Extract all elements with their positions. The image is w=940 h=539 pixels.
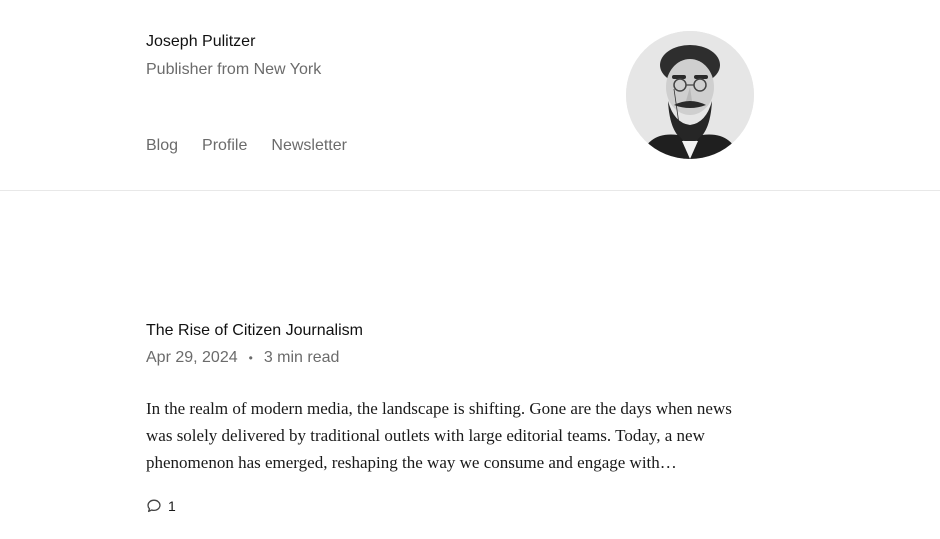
author-name[interactable]: Joseph Pulitzer [146,33,255,51]
comment-count: 1 [168,498,176,514]
author-bio: Publisher from New York [146,61,322,78]
post-excerpt[interactable]: In the realm of modern media, the landsc… [146,395,746,476]
post-date: Apr 29, 2024 [146,349,238,366]
portrait-icon [626,31,754,159]
post-meta: Apr 29, 2024 • 3 min read [146,349,746,367]
post-card: The Rise of Citizen Journalism Apr 29, 2… [146,322,746,514]
nav-item-blog[interactable]: Blog [146,137,178,155]
nav-item-profile[interactable]: Profile [202,137,247,155]
main-nav: Blog Profile Newsletter [146,137,347,155]
site-header: Joseph Pulitzer Publisher from New York … [0,0,940,191]
avatar[interactable] [626,31,754,159]
speech-bubble-icon [147,499,161,513]
post-title[interactable]: The Rise of Citizen Journalism [146,322,746,340]
post-read-time: 3 min read [263,349,340,366]
nav-item-newsletter[interactable]: Newsletter [271,137,347,155]
meta-separator: • [248,351,253,365]
comments-button[interactable]: 1 [146,498,176,514]
